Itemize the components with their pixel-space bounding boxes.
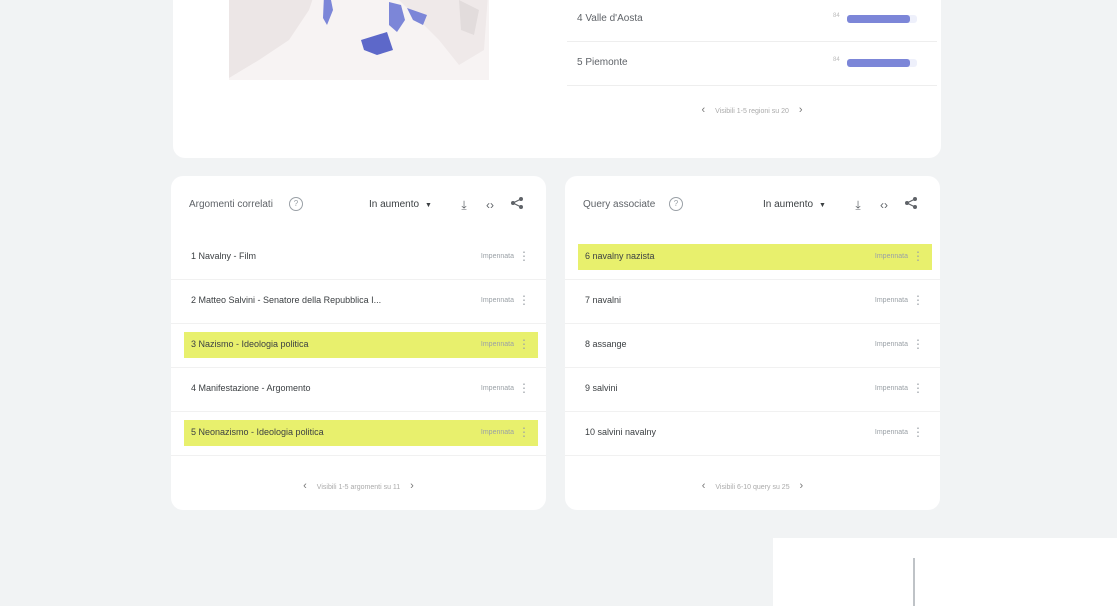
list-item-label[interactable]: 2 Matteo Salvini - Senatore della Repubb… [191,295,381,305]
region-label: 4 Valle d'Aosta [577,13,643,24]
region-pager: ‹ Visibili 1-5 regioni su 20 › [567,104,937,116]
more-vert-icon[interactable]: ⋮ [912,337,924,351]
sort-select[interactable]: In aumento ▼ [757,195,832,215]
list-item-label[interactable]: 9 salvini [585,383,618,393]
list-item-value: Impennata [874,297,908,304]
text-cursor [913,558,915,606]
region-label: 5 Piemonte [577,57,628,68]
share-icon[interactable] [509,196,525,214]
pager-text: Visibili 1-5 argomenti su 11 [316,484,401,491]
next-page-icon[interactable]: › [800,480,804,492]
related-queries-card: Query associate ? In aumento ▼ ⤓ ‹› 6 nav… [565,176,940,510]
list-item[interactable]: 2 Matteo Salvini - Senatore della Repubb… [171,280,546,324]
list-item-label[interactable]: 5 Neonazismo - Ideologia politica [191,427,324,437]
pager-text: Visibili 6-10 query su 25 [715,484,790,491]
list-item[interactable]: 4 Manifestazione - Argomento Impennata ⋮ [171,368,546,412]
embed-icon[interactable]: ‹› [876,196,892,214]
list-item-value: Impennata [874,385,908,392]
region-row[interactable]: 5 Piemonte 84 [567,42,937,86]
list-item-label[interactable]: 4 Manifestazione - Argomento [191,383,311,393]
queries-pager: ‹ Visibili 6-10 query su 25 › [565,480,940,492]
list-item[interactable]: 9 salvini Impennata ⋮ [565,368,940,412]
help-icon[interactable]: ? [669,197,683,211]
more-vert-icon[interactable]: ⋮ [912,293,924,307]
more-vert-icon[interactable]: ⋮ [518,425,530,439]
next-page-icon[interactable]: › [799,104,803,116]
region-bar [847,15,910,23]
list-item-label[interactable]: 10 salvini navalny [585,427,656,437]
card-header: Argomenti correlati ? In aumento ▼ ⤓ ‹› [171,176,546,236]
region-bar [847,59,910,67]
italy-map[interactable] [229,0,489,80]
sort-select[interactable]: In aumento ▼ [363,195,438,215]
list-item-value: Impennata [480,385,514,392]
more-vert-icon[interactable]: ⋮ [912,249,924,263]
related-topics-list: 1 Navalny - Film Impennata ⋮ 2 Matteo Salvi… [171,236,546,456]
list-item[interactable]: 6 navalny nazista Impennata ⋮ [565,236,940,280]
region-list: 4 Valle d'Aosta 84 5 Piemonte 84 [567,0,937,86]
list-item-value: Impennata [480,253,514,260]
list-item[interactable]: 7 navalni Impennata ⋮ [565,280,940,324]
list-item-value: Impennata [874,253,908,260]
more-vert-icon[interactable]: ⋮ [518,293,530,307]
more-vert-icon[interactable]: ⋮ [518,381,530,395]
embed-icon[interactable]: ‹› [482,196,498,214]
prev-page-icon[interactable]: ‹ [702,480,706,492]
prev-page-icon[interactable]: ‹ [701,104,705,116]
list-item-label[interactable]: 8 assange [585,339,627,349]
more-vert-icon[interactable]: ⋮ [912,425,924,439]
region-value: 84 [833,13,840,19]
region-value: 84 [833,57,840,63]
list-item[interactable]: 5 Neonazismo - Ideologia politica Impenna… [171,412,546,456]
list-item-label[interactable]: 7 navalni [585,295,621,305]
related-queries-list: 6 navalny nazista Impennata ⋮ 7 navalni Impe… [565,236,940,456]
list-item-value: Impennata [480,429,514,436]
prev-page-icon[interactable]: ‹ [303,480,307,492]
help-icon[interactable]: ? [289,197,303,211]
list-item-label[interactable]: 3 Nazismo - Ideologia politica [191,339,309,349]
region-row[interactable]: 4 Valle d'Aosta 84 [567,0,937,42]
card-header: Query associate ? In aumento ▼ ⤓ ‹› [565,176,940,236]
list-item-value: Impennata [874,429,908,436]
card-title: Argomenti correlati [189,199,273,210]
more-vert-icon[interactable]: ⋮ [518,337,530,351]
region-bar-track [847,15,917,23]
download-icon[interactable]: ⤓ [456,196,472,214]
sort-select-value: In aumento [369,199,420,210]
more-vert-icon[interactable]: ⋮ [912,381,924,395]
chevron-down-icon: ▼ [819,202,826,209]
list-item[interactable]: 10 salvini navalny Impennata ⋮ [565,412,940,456]
list-item-value: Impennata [480,297,514,304]
list-item[interactable]: 1 Navalny - Film Impennata ⋮ [171,236,546,280]
share-icon-glyph [511,197,523,209]
list-item[interactable]: 8 assange Impennata ⋮ [565,324,940,368]
download-icon[interactable]: ⤓ [850,196,866,214]
more-vert-icon[interactable]: ⋮ [518,249,530,263]
overlay-panel [773,538,1117,606]
share-icon[interactable] [903,196,919,214]
pager-text: Visibili 1-5 regioni su 20 [715,108,789,115]
card-title: Query associate [583,199,656,210]
topics-pager: ‹ Visibili 1-5 argomenti su 11 › [171,480,546,492]
list-item-label[interactable]: 1 Navalny - Film [191,251,256,261]
related-topics-card: Argomenti correlati ? In aumento ▼ ⤓ ‹› 1… [171,176,546,510]
share-icon-glyph [905,197,917,209]
list-item-label[interactable]: 6 navalny nazista [585,251,655,261]
next-page-icon[interactable]: › [410,480,414,492]
chevron-down-icon: ▼ [425,202,432,209]
list-item-value: Impennata [874,341,908,348]
list-item[interactable]: 3 Nazismo - Ideologia politica Impennata ⋮ [171,324,546,368]
region-bar-track [847,59,917,67]
sort-select-value: In aumento [763,199,814,210]
interest-by-region-card: 4 Valle d'Aosta 84 5 Piemonte 84 ‹ Visib… [173,0,941,158]
list-item-value: Impennata [480,341,514,348]
